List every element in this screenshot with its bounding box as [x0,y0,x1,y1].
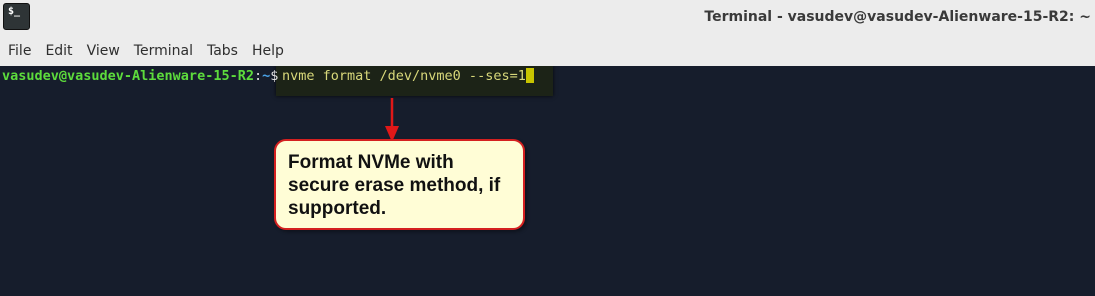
arrow-down-icon [385,98,399,142]
prompt-separator: : [253,68,263,84]
menu-edit[interactable]: Edit [39,36,78,66]
terminal-window: $_ Terminal - vasudev@vasudev-Alienware-… [0,0,1095,296]
terminal-app-icon[interactable]: $_ [3,3,30,30]
text-cursor [525,68,534,83]
menu-terminal[interactable]: Terminal [128,36,199,66]
annotation-callout: Format NVMe with secure erase method, if… [274,139,525,230]
callout-line-1: Format NVMe with [288,152,454,173]
command-text: nvme format /dev/nvme0 --ses=1 [282,68,526,84]
prompt-user-host: vasudev@vasudev-Alienware-15-R2 [2,68,254,84]
callout-line-2: secure erase method, if [288,175,501,196]
command-line[interactable]: nvme format /dev/nvme0 --ses=1 [282,68,534,84]
menu-tabs[interactable]: Tabs [201,36,244,66]
prompt-symbol: $ [270,68,279,84]
menu-help[interactable]: Help [246,36,290,66]
callout-line-3: supported. [288,198,387,219]
menu-view[interactable]: View [81,36,126,66]
menu-bar: File Edit View Terminal Tabs Help [0,36,1095,66]
prompt-line: vasudev@vasudev-Alienware-15-R2:~$ [2,68,278,84]
title-bar[interactable]: $_ Terminal - vasudev@vasudev-Alienware-… [0,0,1095,36]
terminal-output[interactable]: vasudev@vasudev-Alienware-15-R2:~$ nvme … [0,66,1095,296]
menu-file[interactable]: File [2,36,37,66]
window-title: Terminal - vasudev@vasudev-Alienware-15-… [704,9,1091,25]
